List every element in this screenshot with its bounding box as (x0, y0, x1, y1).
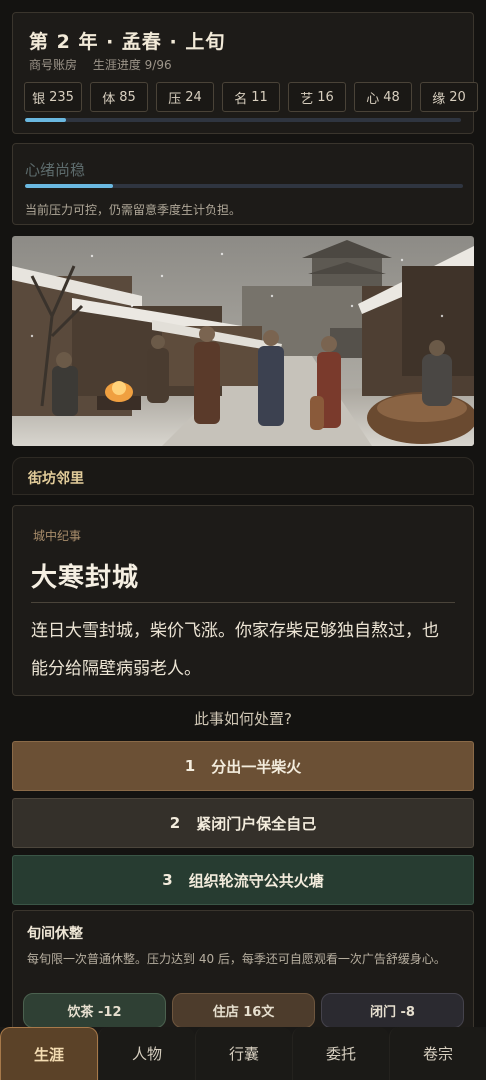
close-door-button[interactable]: 闭门 -8 (321, 993, 464, 1028)
event-title: 大寒封城 (31, 563, 140, 593)
choice-label: 分出一半柴火 (211, 757, 302, 776)
status-panel: 第 2 年 · 孟春 · 上旬 商号账房 生涯进度 9/96 银 235 体 85 … (12, 12, 478, 134)
career-progress-bar (25, 118, 461, 122)
choice-button-1[interactable]: 1 分出一半柴火 (12, 741, 474, 791)
choice-label: 组织轮流守公共火塘 (188, 871, 324, 890)
inn-button[interactable]: 住店 16文 (172, 993, 315, 1028)
event-card: 城中纪事 大寒封城 连日大雪封城，柴价飞涨。你家存柴足够独自熬过，也能分给隔壁病… (12, 505, 474, 696)
mood-description: 当前压力可控，仍需留意季度生计负担。 (25, 203, 242, 217)
winter-street-image (12, 236, 474, 446)
choice-label: 紧闭门户保全自己 (196, 814, 317, 833)
nav-tab-inventory[interactable]: 行囊 (195, 1027, 292, 1080)
scene-illustration (12, 236, 474, 446)
career-progress-fill (25, 118, 66, 122)
stats-row: 银 235 体 85 压 24 名 11 艺 16 心 48 缘 20 (24, 82, 478, 112)
subtitle: 商号账房 生涯进度 9/96 (29, 56, 184, 73)
nav-tab-characters[interactable]: 人物 (98, 1027, 195, 1080)
stat-fame: 名 11 (222, 82, 280, 112)
shop-label: 商号账房 (29, 58, 78, 72)
event-body: 连日大雪封城，柴价飞涨。你家存柴足够独自熬过，也能分给隔壁病弱老人。 (31, 621, 439, 679)
event-tag: 城中纪事 (33, 529, 82, 543)
choice-button-3[interactable]: 3 组织轮流守公共火塘 (12, 855, 474, 905)
rest-description: 每旬限一次普通休整。压力达到 40 后，每季还可自愿观看一次广告舒缓身心。 (27, 952, 446, 966)
tea-button[interactable]: 饮茶 -12 (23, 993, 166, 1028)
mood-bar-fill (25, 184, 113, 188)
mood-bar (25, 184, 463, 188)
stat-pressure: 压 24 (156, 82, 214, 112)
stat-silver: 银 235 (24, 82, 82, 112)
stat-heart: 心 48 (354, 82, 412, 112)
location-tab: 街坊邻里 (12, 457, 474, 495)
nav-tab-records[interactable]: 卷宗 (389, 1027, 486, 1080)
mood-panel: 心绪尚稳 当前压力可控，仍需留意季度生计负担。 (12, 143, 474, 225)
choice-button-2[interactable]: 2 紧闭门户保全自己 (12, 798, 474, 848)
location-label: 街坊邻里 (28, 471, 84, 487)
nav-tab-commissions[interactable]: 委托 (292, 1027, 389, 1080)
mood-title: 心绪尚稳 (25, 161, 86, 179)
stat-body: 体 85 (90, 82, 148, 112)
stat-fate: 缘 20 (420, 82, 478, 112)
divider (31, 602, 455, 603)
career-progress-text: 生涯进度 9/96 (92, 58, 172, 72)
rest-title: 旬间休整 (27, 926, 83, 942)
nav-tab-career[interactable]: 生涯 (0, 1027, 98, 1080)
bottom-nav: 生涯 人物 行囊 委托 卷宗 (0, 1027, 486, 1080)
stat-art: 艺 16 (288, 82, 346, 112)
prompt-question: 此事如何处置? (194, 710, 292, 728)
date-title: 第 2 年 · 孟春 · 上旬 (29, 31, 226, 53)
